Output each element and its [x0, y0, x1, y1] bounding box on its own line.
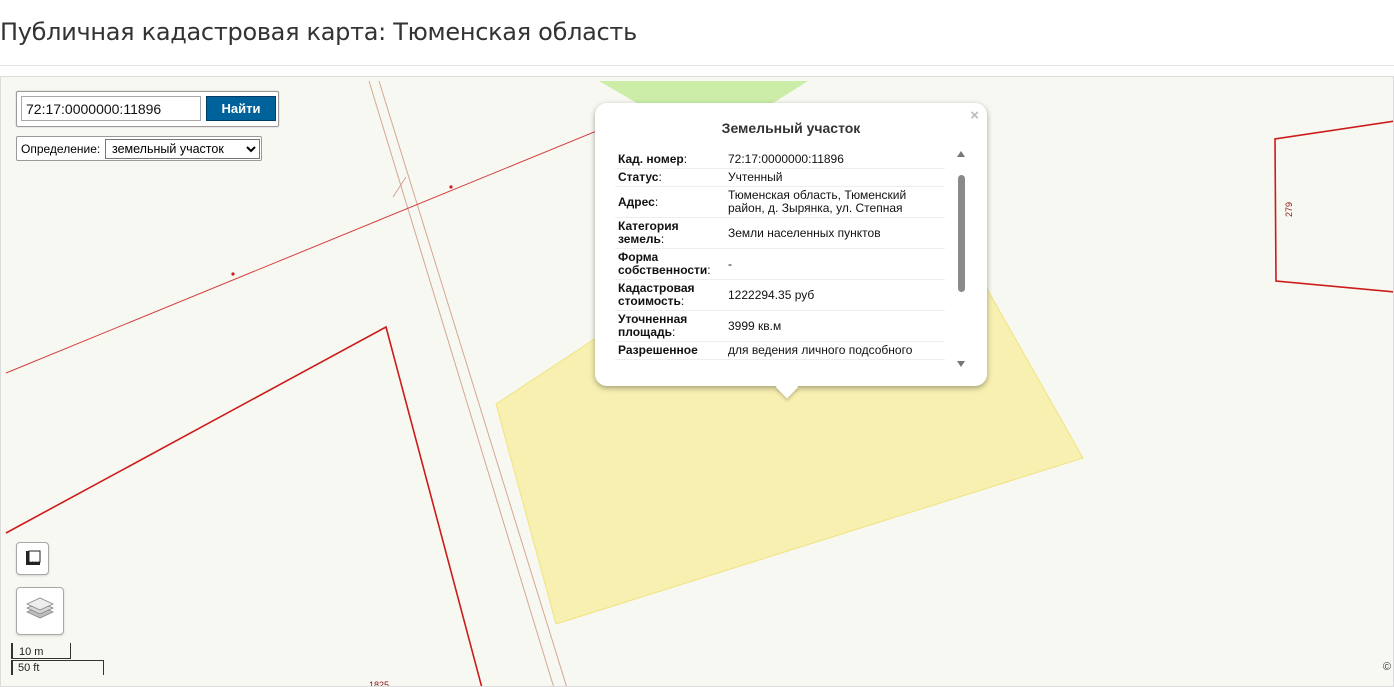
layers-icon	[26, 597, 54, 619]
cadastral-search-input[interactable]	[21, 96, 201, 121]
attr-value: 3999 кв.м	[725, 310, 945, 342]
attr-value: Земли населенных пунктов	[725, 217, 945, 249]
scroll-up-icon[interactable]	[957, 151, 965, 157]
table-row: Кадастровая стоимость: 1222294.35 руб	[615, 279, 945, 311]
attr-key: Категория земель	[618, 219, 679, 246]
definition-panel: Определение: земельный участок	[16, 136, 262, 161]
table-row: Адрес: Тюменская область, Тюменский район…	[615, 186, 945, 218]
table-row: Кад. номер: 72:17:0000000:11896	[615, 151, 945, 169]
page-title: Публичная кадастровая карта: Тюменская о…	[0, 18, 637, 46]
title-divider	[0, 65, 1394, 66]
table-row: Форма собственности: -	[615, 248, 945, 280]
scale-metric-label: 10 m	[19, 646, 44, 658]
scale-imperial: 50 ft	[11, 660, 104, 675]
scroll-thumb[interactable]	[958, 175, 965, 292]
attr-value: 1222294.35 руб	[725, 279, 945, 311]
definition-select[interactable]: земельный участок	[105, 139, 260, 159]
map-attribution[interactable]: ©	[1383, 661, 1391, 673]
parcel-info-popup: × Земельный участок Кад. номер: 72:17:000…	[595, 103, 987, 399]
attr-key: Уточненная площадь	[618, 312, 688, 339]
parcel-label-1825: 1825	[369, 680, 389, 687]
parcel-attributes-table: Кад. номер: 72:17:0000000:11896 Статус: Уч…	[615, 151, 945, 360]
parcel-label-279: 279	[1284, 202, 1294, 217]
popup-scroll-area[interactable]: Кад. номер: 72:17:0000000:11896 Статус: Уч…	[615, 151, 967, 372]
attr-value: Тюменская область, Тюменский район, д. З…	[725, 186, 945, 218]
scroll-down-icon[interactable]	[957, 361, 965, 367]
attr-key: Форма собственности	[618, 250, 708, 277]
layers-button[interactable]	[16, 587, 64, 635]
attr-key: Адрес	[618, 194, 655, 209]
scale-imperial-label: 50 ft	[18, 662, 40, 674]
attr-value: 72:17:0000000:11896	[725, 151, 945, 169]
table-row: Разрешенное для ведения личного подсобног…	[615, 341, 945, 360]
attr-key: Статус	[618, 170, 659, 184]
table-row: Категория земель: Земли населенных пункто…	[615, 217, 945, 249]
measure-button[interactable]	[16, 542, 49, 575]
popup-scrollbar[interactable]	[955, 151, 967, 372]
definition-label: Определение:	[21, 142, 101, 156]
scale-metric: 10 m	[11, 643, 71, 659]
attr-value: для ведения личного подсобного	[725, 341, 945, 360]
table-row: Уточненная площадь: 3999 кв.м	[615, 310, 945, 342]
attr-value: -	[725, 248, 945, 280]
search-button[interactable]: Найти	[206, 96, 276, 121]
ruler-icon	[26, 550, 41, 565]
search-panel: Найти	[16, 91, 279, 127]
boundary-point	[449, 185, 453, 189]
attr-key: Разрешенное	[618, 343, 698, 357]
attr-value: Учтенный	[725, 168, 945, 187]
popup-title: Земельный участок	[721, 120, 861, 136]
map-container[interactable]: 279 1825 Найти Определение: земельный уч…	[0, 76, 1394, 687]
attr-key: Кад. номер	[618, 152, 684, 166]
table-row: Статус: Учтенный	[615, 168, 945, 187]
boundary-point	[231, 272, 235, 276]
